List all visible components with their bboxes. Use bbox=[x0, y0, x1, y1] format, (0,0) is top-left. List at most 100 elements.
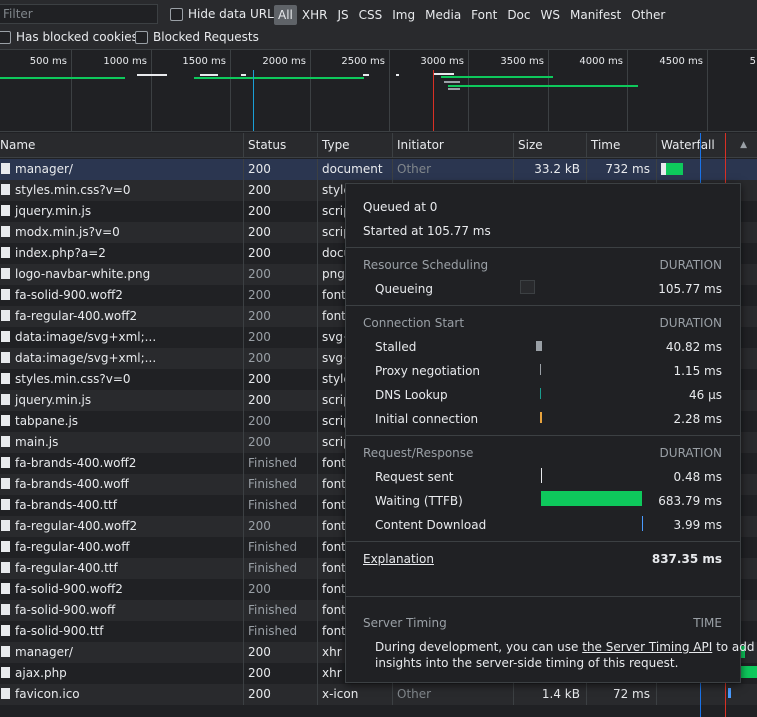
has-blocked-cookies-checkbox[interactable]: Has blocked cookies bbox=[0, 30, 138, 44]
timing-popover: Queued at 0 Started at 105.77 ms Resourc… bbox=[345, 183, 755, 683]
status-cell: Finished bbox=[244, 453, 318, 474]
name-cell: jquery.min.js bbox=[0, 390, 244, 411]
column-header-time[interactable]: Time bbox=[587, 133, 657, 158]
file-icon bbox=[1, 289, 10, 300]
type-filter-font[interactable]: Font bbox=[466, 5, 502, 25]
type-filter-xhr[interactable]: XHR bbox=[297, 5, 333, 25]
overview-bar bbox=[441, 76, 553, 78]
type-filter-manifest[interactable]: Manifest bbox=[565, 5, 626, 25]
hide-data-urls-checkbox[interactable]: Hide data URLs bbox=[170, 7, 280, 21]
table-row[interactable]: favicon.ico 200 x-icon Other 1.4 kB 72 ms bbox=[0, 684, 757, 705]
initiator-cell: Other bbox=[393, 159, 514, 180]
timing-label-initial-connection: Initial connection bbox=[375, 412, 479, 426]
server-timing-time-heading: TIME bbox=[693, 616, 722, 630]
request-name: fa-solid-900.woff2 bbox=[15, 582, 123, 596]
status-cell: 200 bbox=[244, 327, 318, 348]
type-filter-doc[interactable]: Doc bbox=[502, 5, 535, 25]
column-header-type[interactable]: Type bbox=[318, 133, 393, 158]
request-name: tabpane.js bbox=[15, 414, 79, 428]
request-name: fa-regular-400.woff bbox=[15, 540, 130, 554]
request-name: modx.min.js?v=0 bbox=[15, 225, 120, 239]
column-header-size[interactable]: Size bbox=[514, 133, 587, 158]
overview-tick-label: 4500 ms bbox=[659, 56, 703, 67]
type-filter-img[interactable]: Img bbox=[387, 5, 420, 25]
timing-value-stalled: 40.82 ms bbox=[665, 340, 722, 354]
status-cell: Finished bbox=[244, 537, 318, 558]
type-cell: x-icon bbox=[318, 684, 393, 705]
type-filter-other[interactable]: Other bbox=[626, 5, 670, 25]
column-header-name[interactable]: Name bbox=[0, 133, 244, 158]
initial-connection-bar bbox=[540, 412, 542, 423]
waterfall-bar bbox=[741, 666, 757, 678]
table-row[interactable]: manager/200 document Other 33.2 kB 732 ms bbox=[0, 159, 757, 180]
file-icon bbox=[1, 268, 10, 279]
type-filter-css[interactable]: CSS bbox=[354, 5, 388, 25]
divider bbox=[346, 596, 740, 597]
request-name: data:image/svg+xml;... bbox=[15, 330, 157, 344]
file-icon bbox=[1, 604, 10, 615]
overview-tick-label: 1000 ms bbox=[103, 56, 147, 67]
checkbox-box[interactable] bbox=[170, 7, 183, 21]
request-name: index.php?a=2 bbox=[15, 246, 106, 260]
column-header-initiator[interactable]: Initiator bbox=[393, 133, 514, 158]
filter-input[interactable] bbox=[0, 4, 158, 24]
type-cell: document bbox=[318, 159, 393, 180]
size-cell: 1.4 kB bbox=[514, 684, 587, 705]
status-cell: 200 bbox=[244, 684, 318, 705]
type-filter-all[interactable]: All bbox=[274, 5, 297, 25]
type-filter-js[interactable]: JS bbox=[332, 5, 353, 25]
started-at: Started at 105.77 ms bbox=[363, 224, 491, 238]
overview-gridline bbox=[230, 50, 231, 131]
timing-label-dns: DNS Lookup bbox=[375, 388, 448, 402]
overview-tick-label: 2000 ms bbox=[262, 56, 306, 67]
overview-gridline bbox=[151, 50, 152, 131]
name-cell: fa-solid-900.woff2 bbox=[0, 579, 244, 600]
overview-timeline[interactable]: 500 ms 1000 ms 1500 ms 2000 ms 2500 ms 3… bbox=[0, 50, 757, 132]
name-cell: favicon.ico bbox=[0, 684, 244, 705]
sort-triangle-icon[interactable]: ▲ bbox=[740, 133, 747, 158]
overview-bar bbox=[448, 85, 638, 87]
status-cell: 200 bbox=[244, 348, 318, 369]
file-icon bbox=[1, 562, 10, 573]
blocked-requests-checkbox[interactable]: Blocked Requests bbox=[135, 30, 259, 44]
queueing-bar bbox=[520, 280, 535, 294]
overview-bar bbox=[194, 77, 364, 79]
queued-at: Queued at 0 bbox=[363, 200, 438, 214]
column-header-status[interactable]: Status bbox=[244, 133, 318, 158]
name-cell: manager/ bbox=[0, 159, 244, 180]
status-cell: 200 bbox=[244, 369, 318, 390]
request-name: fa-brands-400.woff bbox=[15, 477, 129, 491]
request-sent-bar bbox=[541, 468, 542, 483]
file-icon bbox=[1, 205, 10, 216]
name-cell: data:image/svg+xml;... bbox=[0, 327, 244, 348]
overview-bar bbox=[363, 74, 369, 76]
request-name: fa-solid-900.woff bbox=[15, 603, 116, 617]
request-name: fa-brands-400.woff2 bbox=[15, 456, 137, 470]
proxy-bar bbox=[540, 364, 541, 375]
overview-tick-label: 4000 ms bbox=[579, 56, 623, 67]
overview-bar bbox=[444, 81, 460, 83]
file-icon bbox=[1, 436, 10, 447]
overview-gridline bbox=[389, 50, 390, 131]
type-filter-media[interactable]: Media bbox=[420, 5, 466, 25]
timing-value-content-download: 3.99 ms bbox=[673, 518, 722, 532]
column-header-waterfall[interactable]: Waterfall ▲ bbox=[657, 133, 757, 158]
type-filter-ws[interactable]: WS bbox=[536, 5, 565, 25]
file-icon bbox=[1, 310, 10, 321]
name-cell: modx.min.js?v=0 bbox=[0, 222, 244, 243]
status-cell: 200 bbox=[244, 159, 318, 180]
server-timing-text-before: During development, you can use bbox=[375, 640, 583, 654]
file-icon bbox=[1, 520, 10, 531]
overview-gridline bbox=[468, 50, 469, 131]
checkbox-box[interactable] bbox=[0, 30, 11, 44]
overview-dom-line bbox=[253, 70, 254, 131]
divider bbox=[346, 305, 740, 306]
explanation-link[interactable]: Explanation bbox=[363, 552, 434, 566]
server-timing-api-link[interactable]: the Server Timing API bbox=[582, 640, 712, 654]
status-cell: 200 bbox=[244, 579, 318, 600]
request-name: manager/ bbox=[15, 645, 73, 659]
checkbox-box[interactable] bbox=[135, 30, 148, 44]
overview-bar bbox=[200, 74, 218, 76]
request-name: data:image/svg+xml;... bbox=[15, 351, 157, 365]
request-response-title: Request/Response bbox=[363, 446, 474, 460]
